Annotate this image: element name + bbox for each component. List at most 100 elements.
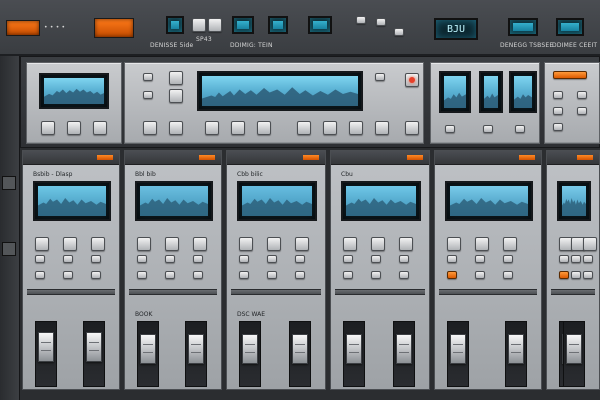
channel-button[interactable] xyxy=(399,237,413,251)
upper-panel-2-button-8[interactable] xyxy=(231,121,245,135)
channel-button[interactable] xyxy=(371,237,385,251)
channel-button[interactable] xyxy=(91,255,101,263)
rail-handle-2[interactable] xyxy=(2,242,16,256)
channel-fader-cap[interactable] xyxy=(86,331,102,362)
channel-button[interactable] xyxy=(267,255,277,263)
channel-button[interactable] xyxy=(91,271,101,279)
channel-button[interactable] xyxy=(193,255,203,263)
channel-fader-cap[interactable] xyxy=(242,333,258,364)
channel-fader-cap[interactable] xyxy=(396,333,412,364)
channel-button[interactable] xyxy=(503,255,513,263)
top-button-4[interactable] xyxy=(376,18,386,26)
channel-button[interactable] xyxy=(295,237,309,251)
channel-button[interactable] xyxy=(447,237,461,251)
channel-fader-cap[interactable] xyxy=(140,333,156,364)
channel-button[interactable] xyxy=(559,255,569,263)
channel-button[interactable] xyxy=(91,237,105,251)
channel-button[interactable] xyxy=(475,271,485,279)
rail-handle-1[interactable] xyxy=(2,176,16,190)
upper-panel-4-orange-button[interactable] xyxy=(553,71,587,79)
channel-button[interactable] xyxy=(239,271,249,279)
waveform-path xyxy=(140,198,208,216)
channel-button[interactable] xyxy=(503,237,517,251)
channel-button[interactable] xyxy=(343,271,353,279)
upper-panel-2-button-9[interactable] xyxy=(257,121,271,135)
upper-panel-1-button-1[interactable] xyxy=(41,121,55,135)
channel-button[interactable] xyxy=(582,271,593,279)
upper-panel-2-button-15[interactable] xyxy=(375,121,389,135)
channel-button[interactable] xyxy=(35,237,49,251)
channel-button[interactable] xyxy=(503,271,513,279)
channel-button[interactable] xyxy=(239,237,253,251)
upper-panel-2-button-16[interactable] xyxy=(405,121,419,135)
channel-button[interactable] xyxy=(63,271,73,279)
upper-panel-3-button-3[interactable] xyxy=(515,125,525,133)
upper-panel-2-button-11[interactable] xyxy=(323,121,337,135)
channel-button[interactable] xyxy=(295,255,305,263)
upper-panel-2-button-7[interactable] xyxy=(205,121,219,135)
upper-panel-4-button-3[interactable] xyxy=(553,123,563,131)
upper-panel-2-button-5[interactable] xyxy=(143,121,157,135)
upper-panel-3-button-2[interactable] xyxy=(483,125,493,133)
channel-fader-cap[interactable] xyxy=(188,333,204,364)
channel-button[interactable] xyxy=(582,255,593,263)
upper-panel-3-button-1[interactable] xyxy=(445,125,455,133)
channel-button[interactable] xyxy=(267,237,281,251)
upper-panel-1-button-3[interactable] xyxy=(93,121,107,135)
channel-button[interactable] xyxy=(343,237,357,251)
channel-button[interactable] xyxy=(63,237,77,251)
top-button-3[interactable] xyxy=(356,16,366,24)
upper-panel-2-button-12[interactable] xyxy=(349,121,363,135)
upper-panel-2-button-6[interactable] xyxy=(169,121,183,135)
channel-button[interactable] xyxy=(475,237,489,251)
channel-fader-cap[interactable] xyxy=(292,333,308,364)
channel-button[interactable] xyxy=(165,271,175,279)
channel-button[interactable] xyxy=(343,255,353,263)
channel-button[interactable] xyxy=(371,271,381,279)
upper-panel-4-button-2[interactable] xyxy=(553,107,563,115)
channel-button[interactable] xyxy=(399,255,409,263)
upper-panel-4-button-5[interactable] xyxy=(577,107,587,115)
channel-button[interactable] xyxy=(399,271,409,279)
upper-panel-2-button-4[interactable] xyxy=(169,89,183,103)
upper-panel-4-button-4[interactable] xyxy=(577,91,587,99)
channel-button[interactable] xyxy=(475,255,485,263)
channel-button[interactable] xyxy=(570,255,581,263)
channel-button[interactable] xyxy=(295,271,305,279)
channel-button[interactable] xyxy=(137,271,147,279)
channel-button[interactable] xyxy=(559,271,569,279)
channel-button[interactable] xyxy=(63,255,73,263)
channel-button[interactable] xyxy=(447,271,457,279)
channel-button[interactable] xyxy=(371,255,381,263)
channel-button[interactable] xyxy=(165,255,175,263)
channel-button[interactable] xyxy=(137,255,147,263)
upper-panel-2-button-3[interactable] xyxy=(143,91,153,99)
channel-button[interactable] xyxy=(447,255,457,263)
channel-button[interactable] xyxy=(165,237,179,251)
upper-panel-4-button-1[interactable] xyxy=(553,91,563,99)
top-button-2[interactable] xyxy=(208,18,222,32)
channel-button[interactable] xyxy=(193,237,207,251)
channel-fader-cap[interactable] xyxy=(346,333,362,364)
upper-panel-2-button-2[interactable] xyxy=(169,71,183,85)
upper-panel-2-button-1[interactable] xyxy=(143,73,153,81)
top-button-5[interactable] xyxy=(394,28,404,36)
upper-panel-2-button-14[interactable] xyxy=(405,73,419,87)
upper-panel-2-button-10[interactable] xyxy=(297,121,311,135)
channel-button[interactable] xyxy=(35,255,45,263)
channel-button[interactable] xyxy=(582,237,597,251)
channel-button[interactable] xyxy=(267,271,277,279)
upper-panel-1-button-2[interactable] xyxy=(67,121,81,135)
channel-button[interactable] xyxy=(570,271,581,279)
top-button-1[interactable] xyxy=(192,18,206,32)
channel-fader-cap[interactable] xyxy=(508,333,524,364)
channel-button[interactable] xyxy=(137,237,151,251)
channel-fader-cap[interactable] xyxy=(450,333,466,364)
channel-fader-cap[interactable] xyxy=(566,333,582,364)
channel-button[interactable] xyxy=(239,255,249,263)
channel-button[interactable] xyxy=(193,271,203,279)
channel-fader-cap[interactable] xyxy=(38,331,54,362)
upper-screen-1 xyxy=(39,73,109,109)
channel-button[interactable] xyxy=(35,271,45,279)
upper-panel-2-button-13[interactable] xyxy=(375,73,385,81)
